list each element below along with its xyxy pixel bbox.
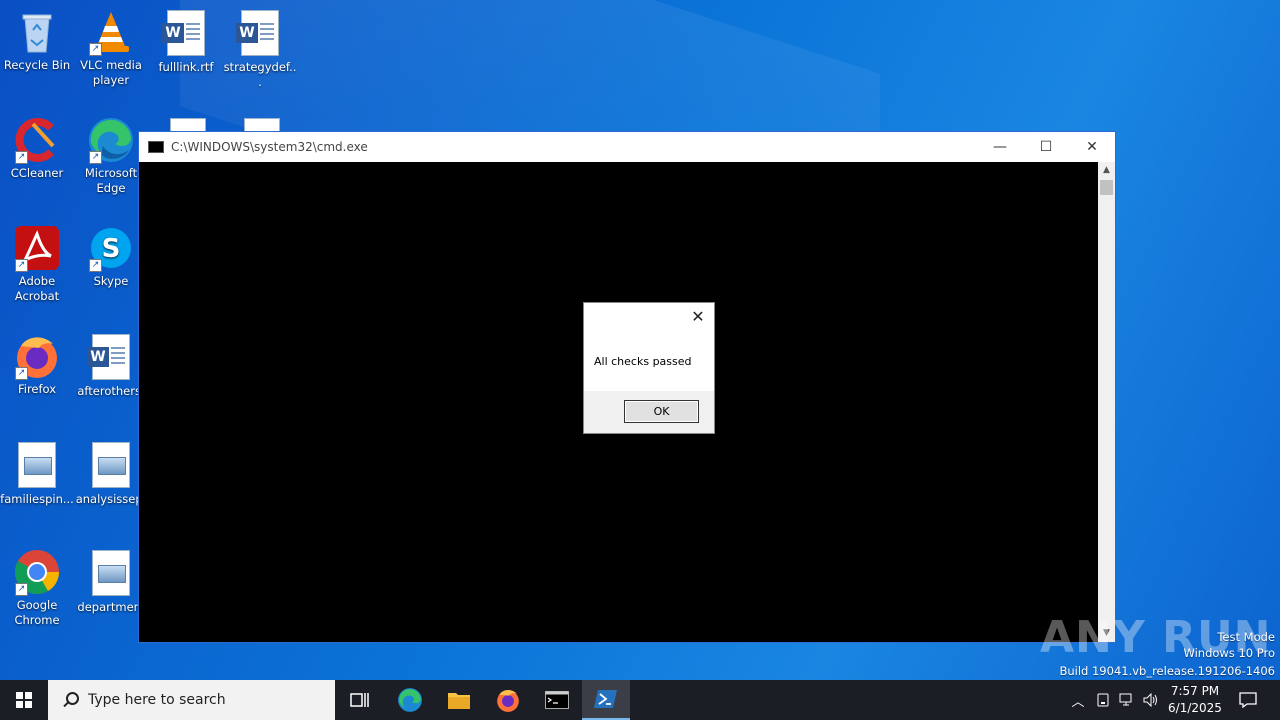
image-file-icon — [87, 550, 135, 598]
desktop-icon-strategydef[interactable]: W strategydef... — [223, 8, 297, 90]
desktop-icon-label: Recycle Bin — [3, 58, 71, 72]
desktop-icon-label: departmen. — [77, 600, 145, 614]
desktop-icon-afterothers[interactable]: W afterothers. — [74, 332, 148, 399]
shortcut-arrow-icon: ↗ — [89, 259, 102, 272]
shortcut-arrow-icon: ↗ — [89, 43, 102, 56]
desktop-icon-label: strategydef... — [223, 60, 297, 89]
chevron-up-icon: ︿ — [1071, 694, 1085, 710]
ok-button[interactable]: OK — [624, 400, 699, 423]
scroll-up-icon[interactable]: ▲ — [1098, 162, 1115, 179]
cmd-icon — [545, 691, 569, 709]
shortcut-arrow-icon: ↗ — [15, 583, 28, 596]
firefox-icon: ↗ — [13, 332, 61, 380]
build-text: Build 19041.vb_release.191206-1406 — [1059, 664, 1275, 678]
tray-volume-button[interactable] — [1140, 680, 1162, 720]
minimize-button[interactable]: — — [977, 132, 1023, 162]
svg-text:S: S — [102, 234, 121, 264]
word-doc-icon: W — [236, 10, 284, 58]
desktop-icon-ccleaner[interactable]: ↗ CCleaner — [0, 116, 74, 181]
desktop-icon-label: analysissep. — [75, 492, 147, 506]
desktop-icon-analysissep[interactable]: analysissep. — [74, 440, 148, 507]
cmd-titlebar[interactable]: C:\WINDOWS\system32\cmd.exe — ☐ ✕ — [139, 132, 1115, 162]
message-box-footer: OK — [584, 391, 714, 433]
image-file-icon — [13, 442, 61, 490]
maximize-button[interactable]: ☐ — [1023, 132, 1069, 162]
word-doc-icon: W — [87, 334, 135, 382]
taskbar-powershell-button[interactable] — [582, 680, 630, 720]
taskbar-clock[interactable]: 7:57 PM 6/1/2025 — [1160, 683, 1230, 717]
acrobat-icon: ↗ — [13, 224, 61, 272]
taskbar-file-explorer-button[interactable] — [435, 680, 483, 720]
search-icon — [62, 692, 79, 708]
task-view-button[interactable] — [336, 680, 384, 720]
taskbar-edge-button[interactable] — [386, 680, 434, 720]
taskbar-cmd-button[interactable] — [533, 680, 581, 720]
desktop-icon-acrobat[interactable]: ↗ Adobe Acrobat — [0, 224, 74, 304]
cmd-app-icon — [148, 141, 164, 153]
taskbar-search-box[interactable]: Type here to search — [48, 680, 335, 720]
skype-icon: S ↗ — [87, 224, 135, 272]
edge-icon — [398, 688, 422, 712]
tray-network-button[interactable] — [1116, 680, 1138, 720]
tray-device-button[interactable] — [1093, 680, 1113, 720]
close-button[interactable]: ✕ — [1069, 132, 1115, 162]
taskbar: Type here to search ︿ 7:57 PM 6/1/2025 — [0, 680, 1280, 720]
desktop-icon-chrome[interactable]: ↗ Google Chrome — [0, 548, 74, 628]
desktop-icon-label: Skype — [93, 274, 129, 288]
action-center-button[interactable] — [1234, 680, 1262, 720]
desktop-icon-familiespin[interactable]: familiespin... — [0, 440, 74, 507]
desktop-icon-label: Google Chrome — [14, 598, 60, 627]
network-icon — [1119, 693, 1132, 706]
desktop-icon-label: Microsoft Edge — [84, 166, 138, 195]
clock-time: 7:57 PM — [1170, 684, 1220, 698]
message-box-close-button[interactable]: ✕ — [688, 307, 708, 327]
show-hidden-icons-button[interactable]: ︿ — [1068, 680, 1088, 720]
desktop-icon-edge[interactable]: ↗ Microsoft Edge — [74, 116, 148, 196]
windows-logo-icon — [16, 692, 32, 708]
shortcut-arrow-icon: ↗ — [15, 151, 28, 164]
desktop-icon-label: VLC media player — [80, 58, 142, 87]
clock-date: 6/1/2025 — [1168, 701, 1222, 715]
firefox-icon — [497, 689, 519, 712]
vlc-icon: ↗ — [87, 8, 135, 56]
powershell-icon — [594, 690, 617, 708]
notification-icon — [1239, 692, 1257, 708]
shortcut-arrow-icon: ↗ — [15, 367, 28, 380]
cmd-window-title: C:\WINDOWS\system32\cmd.exe — [171, 140, 368, 154]
desktop-icon-vlc[interactable]: ↗ VLC media player — [74, 8, 148, 88]
edge-icon: ↗ — [87, 116, 135, 164]
shortcut-arrow-icon: ↗ — [15, 259, 28, 272]
test-mode-text: Test Mode — [1217, 630, 1275, 644]
desktop-icon-label: Adobe Acrobat — [14, 274, 60, 303]
windows-edition-text: Windows 10 Pro — [1183, 646, 1275, 660]
image-file-icon — [87, 442, 135, 490]
folder-icon — [448, 693, 470, 709]
taskbar-firefox-button[interactable] — [484, 680, 532, 720]
cmd-scrollbar[interactable]: ▲ ▼ — [1098, 162, 1115, 642]
desktop-icon-label: afterothers. — [77, 384, 145, 398]
volume-icon — [1143, 693, 1157, 707]
desktop-icon-firefox[interactable]: ↗ Firefox — [0, 332, 74, 397]
desktop-icon-recycle-bin[interactable]: Recycle Bin — [0, 8, 74, 73]
message-box[interactable]: ✕ All checks passed OK — [583, 302, 715, 434]
recycle-bin-icon — [13, 8, 61, 56]
word-doc-icon: W — [162, 10, 210, 58]
desktop-icon-departmen[interactable]: departmen. — [74, 548, 148, 615]
shortcut-arrow-icon: ↗ — [89, 151, 102, 164]
chrome-icon: ↗ — [13, 548, 61, 596]
desktop-icon-label: CCleaner — [10, 166, 64, 180]
search-placeholder: Type here to search — [88, 692, 226, 708]
task-view-icon — [350, 693, 369, 707]
start-button[interactable] — [0, 680, 48, 720]
scroll-thumb[interactable] — [1100, 180, 1113, 195]
device-icon — [1097, 693, 1109, 707]
desktop-icon-skype[interactable]: S ↗ Skype — [74, 224, 148, 289]
desktop-icon-label: Firefox — [17, 382, 57, 396]
desktop-icon-label: fulllink.rtf — [158, 60, 214, 74]
desktop-icon-fulllink[interactable]: W fulllink.rtf — [149, 8, 223, 75]
message-text: All checks passed — [594, 355, 692, 368]
ccleaner-icon: ↗ — [13, 116, 61, 164]
desktop-icon-label: familiespin... — [0, 492, 74, 506]
